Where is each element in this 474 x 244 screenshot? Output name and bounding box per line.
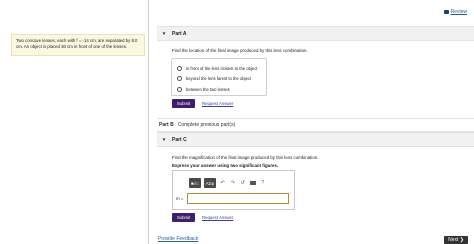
part-a-header[interactable]: ▾ Part A xyxy=(157,26,474,41)
review-label: Review xyxy=(450,9,467,15)
part-c-instruction: Express your answer using two significan… xyxy=(172,163,279,168)
option-3[interactable]: between the two lenses xyxy=(172,84,266,95)
chevron-down-icon: ▾ xyxy=(162,30,166,37)
problem-statement: Two concave lenses, each with f = -14 cm… xyxy=(11,34,145,56)
part-c-question: Find the magnification of the final imag… xyxy=(172,155,319,160)
review-icon xyxy=(443,10,449,14)
symbols-button[interactable]: ΑΣφ xyxy=(203,178,217,188)
option-label: beyond the lens farest to the object xyxy=(186,76,252,82)
redo-icon[interactable]: ↷ xyxy=(229,179,236,187)
mastering-physics-page: Two concave lenses, each with f = -14 cm… xyxy=(0,0,474,244)
part-a-question: Find the location of the final image pro… xyxy=(172,48,308,53)
part-b-label: Part B xyxy=(159,122,174,128)
chevron-down-icon: ▾ xyxy=(162,136,166,143)
part-a-submit-button[interactable]: Submit xyxy=(172,99,195,108)
radio-button[interactable] xyxy=(177,86,182,92)
part-c-submit-button[interactable]: Submit xyxy=(172,213,195,222)
next-button[interactable]: Next ❯ xyxy=(444,236,468,244)
templates-button[interactable]: ■√□ xyxy=(189,178,201,188)
radio-button[interactable] xyxy=(177,76,182,82)
undo-icon[interactable]: ↶ xyxy=(219,179,226,187)
review-link[interactable]: Review xyxy=(443,9,467,15)
math-toolbar: ■√□ ΑΣφ ↶ ↷ ↺ ? xyxy=(189,178,266,188)
reset-icon[interactable]: ↺ xyxy=(239,179,246,187)
option-2[interactable]: beyond the lens farest to the object xyxy=(172,74,266,85)
option-1[interactable]: in front of the lens closest to the obje… xyxy=(172,63,266,74)
option-label: in front of the lens closest to the obje… xyxy=(186,65,258,71)
part-c-title: Part C xyxy=(172,136,187,143)
radio-button[interactable] xyxy=(177,65,182,71)
magnification-input[interactable] xyxy=(187,193,289,204)
option-label: between the two lenses xyxy=(186,86,230,92)
variable-label: m = xyxy=(176,196,184,201)
problem-column: Two concave lenses, each with f = -14 cm… xyxy=(0,0,149,244)
answer-editor: ■√□ ΑΣφ ↶ ↷ ↺ ? m = xyxy=(172,170,295,210)
part-a-options: in front of the lens closest to the obje… xyxy=(171,58,267,96)
part-a-title: Part A xyxy=(172,30,187,37)
part-b-status: Complete previous part(s) xyxy=(177,122,236,128)
help-icon[interactable]: ? xyxy=(259,179,266,187)
part-a-request-answer-link[interactable]: Request Answer xyxy=(202,101,233,106)
part-b-header[interactable]: Part B Complete previous part(s) xyxy=(157,118,474,132)
provide-feedback-link[interactable]: Provide Feedback xyxy=(158,236,198,242)
keyboard-icon[interactable] xyxy=(249,179,256,187)
part-c-request-answer-link[interactable]: Request Answer xyxy=(202,215,233,220)
part-c-header[interactable]: ▾ Part C xyxy=(157,132,474,147)
